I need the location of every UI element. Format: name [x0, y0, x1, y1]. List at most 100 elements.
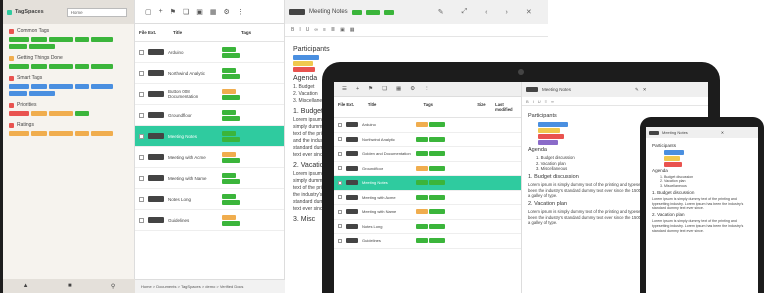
tag-group-header[interactable]: Priorities	[9, 102, 128, 108]
tag-chip[interactable]	[31, 64, 47, 69]
location-select[interactable]: Home	[66, 7, 127, 17]
tag-chip[interactable]	[416, 194, 428, 200]
save-icon[interactable]: ✎	[438, 8, 444, 16]
tag-chip[interactable]	[416, 165, 428, 171]
menu-icon[interactable]: ☰	[342, 86, 347, 92]
tag-chip[interactable]	[222, 67, 236, 73]
search-icon[interactable]: ⚲	[111, 283, 115, 290]
tag-chip[interactable]	[29, 91, 55, 96]
image-icon[interactable]: ▣	[196, 8, 203, 16]
tag-chip[interactable]	[31, 131, 47, 136]
settings-icon[interactable]: ⚙	[224, 8, 230, 16]
tag-group-header[interactable]: Smart Tags	[9, 75, 128, 81]
tag-chip[interactable]	[75, 37, 89, 42]
image-insert-icon[interactable]: ▣	[340, 27, 345, 33]
align-icon[interactable]: ≣	[331, 27, 335, 33]
tag-chip[interactable]	[416, 136, 428, 142]
fullscreen-icon[interactable]: ⤢	[462, 8, 468, 16]
tag-chip[interactable]	[429, 122, 445, 128]
tag-chip[interactable]	[222, 52, 240, 58]
tag-chip[interactable]	[222, 115, 240, 121]
more-icon[interactable]: ⋮	[237, 8, 244, 16]
table-row[interactable]: Meeting Notes	[135, 126, 284, 147]
table-row[interactable]: Meeting Notes	[334, 176, 521, 191]
tag-chip[interactable]	[222, 178, 240, 184]
tag-chip[interactable]	[222, 172, 236, 178]
link-icon[interactable]: ∞	[314, 27, 318, 33]
tag-chip[interactable]	[222, 220, 240, 226]
close-icon[interactable]: ✕	[721, 130, 724, 135]
file-tag[interactable]	[351, 9, 362, 15]
edit-icon[interactable]: ✎	[635, 87, 639, 93]
tag-chip[interactable]	[416, 122, 428, 128]
table-row[interactable]: Golden and Documentation	[334, 147, 521, 162]
table-row[interactable]: Groundfloor	[135, 105, 284, 126]
table-row[interactable]: Guidelines	[135, 210, 284, 231]
col-ext[interactable]: File Ext.	[338, 102, 364, 112]
col-title[interactable]: Title	[173, 30, 241, 35]
tag-chip[interactable]	[429, 136, 445, 142]
row-checkbox[interactable]	[139, 175, 144, 181]
col-date[interactable]: Last modified	[495, 102, 517, 112]
tag-chip[interactable]	[49, 111, 73, 116]
file-tag[interactable]	[383, 9, 394, 15]
tag-chip[interactable]	[222, 73, 240, 79]
tag-icon[interactable]: ⚑	[170, 8, 176, 16]
tag-chip[interactable]	[429, 151, 445, 157]
tag-chip[interactable]	[429, 209, 445, 215]
more-icon[interactable]: ⋮	[424, 86, 430, 92]
close-icon[interactable]: ✕	[643, 87, 647, 93]
tag-chip[interactable]	[222, 151, 236, 157]
tag-chip[interactable]	[416, 180, 428, 186]
tag-chip[interactable]	[222, 157, 240, 163]
col-title[interactable]: Title	[368, 102, 420, 112]
table-row[interactable]: Notes Long	[334, 220, 521, 234]
tag-chip[interactable]	[222, 214, 236, 220]
row-checkbox[interactable]	[139, 91, 144, 97]
tag-chip[interactable]	[416, 151, 428, 157]
grid-icon[interactable]: ▦	[210, 8, 217, 16]
tag-chip[interactable]	[49, 64, 73, 69]
tag-chip[interactable]	[429, 223, 445, 229]
add-icon[interactable]: +	[159, 8, 163, 15]
col-tags[interactable]: Tags	[241, 30, 251, 35]
table-row[interactable]: Button 008 Documentation	[135, 84, 284, 105]
copy-icon[interactable]: ❏	[183, 8, 189, 16]
col-ext[interactable]: File Ext.	[139, 30, 173, 35]
breadcrumb[interactable]: Home > Documents > TagSpaces > demo > Ve…	[135, 279, 285, 293]
tag-chip[interactable]	[222, 109, 236, 115]
tag-chip[interactable]	[91, 84, 113, 89]
tag-chip[interactable]	[429, 194, 445, 200]
tag-chip[interactable]	[49, 131, 73, 136]
tag-chip[interactable]	[222, 46, 236, 52]
tag-chip[interactable]	[9, 64, 29, 69]
row-checkbox[interactable]	[139, 49, 144, 55]
copy-icon[interactable]: ❏	[382, 86, 387, 92]
table-row[interactable]: Meeting with Acme	[334, 191, 521, 205]
row-checkbox[interactable]	[338, 122, 342, 127]
tag-chip[interactable]	[9, 37, 29, 42]
table-row[interactable]: Arduino	[135, 42, 284, 63]
tag-group-header[interactable]: Common Tags	[9, 28, 128, 34]
tag-chip[interactable]	[429, 238, 445, 244]
tag-chip[interactable]	[9, 44, 27, 49]
tag-chip[interactable]	[49, 37, 73, 42]
col-size[interactable]: Size	[477, 102, 491, 112]
row-checkbox[interactable]	[139, 217, 144, 223]
tag-chip[interactable]	[31, 111, 47, 116]
tag-chip[interactable]	[416, 238, 428, 244]
row-checkbox[interactable]	[139, 112, 144, 118]
row-checkbox[interactable]	[139, 133, 144, 139]
tag-icon[interactable]: ⚑	[368, 86, 373, 92]
tag-chip[interactable]	[31, 84, 47, 89]
file-tag[interactable]	[365, 9, 380, 15]
table-icon[interactable]: ▦	[350, 27, 355, 33]
select-all-icon[interactable]: ▢	[145, 8, 152, 16]
underline-icon[interactable]: U	[306, 27, 310, 33]
settings-icon[interactable]: ⚙	[410, 86, 415, 92]
tag-chip[interactable]	[222, 88, 236, 94]
row-checkbox[interactable]	[338, 195, 342, 200]
tag-chip[interactable]	[429, 180, 445, 186]
row-checkbox[interactable]	[139, 196, 144, 202]
tag-chip[interactable]	[75, 131, 89, 136]
